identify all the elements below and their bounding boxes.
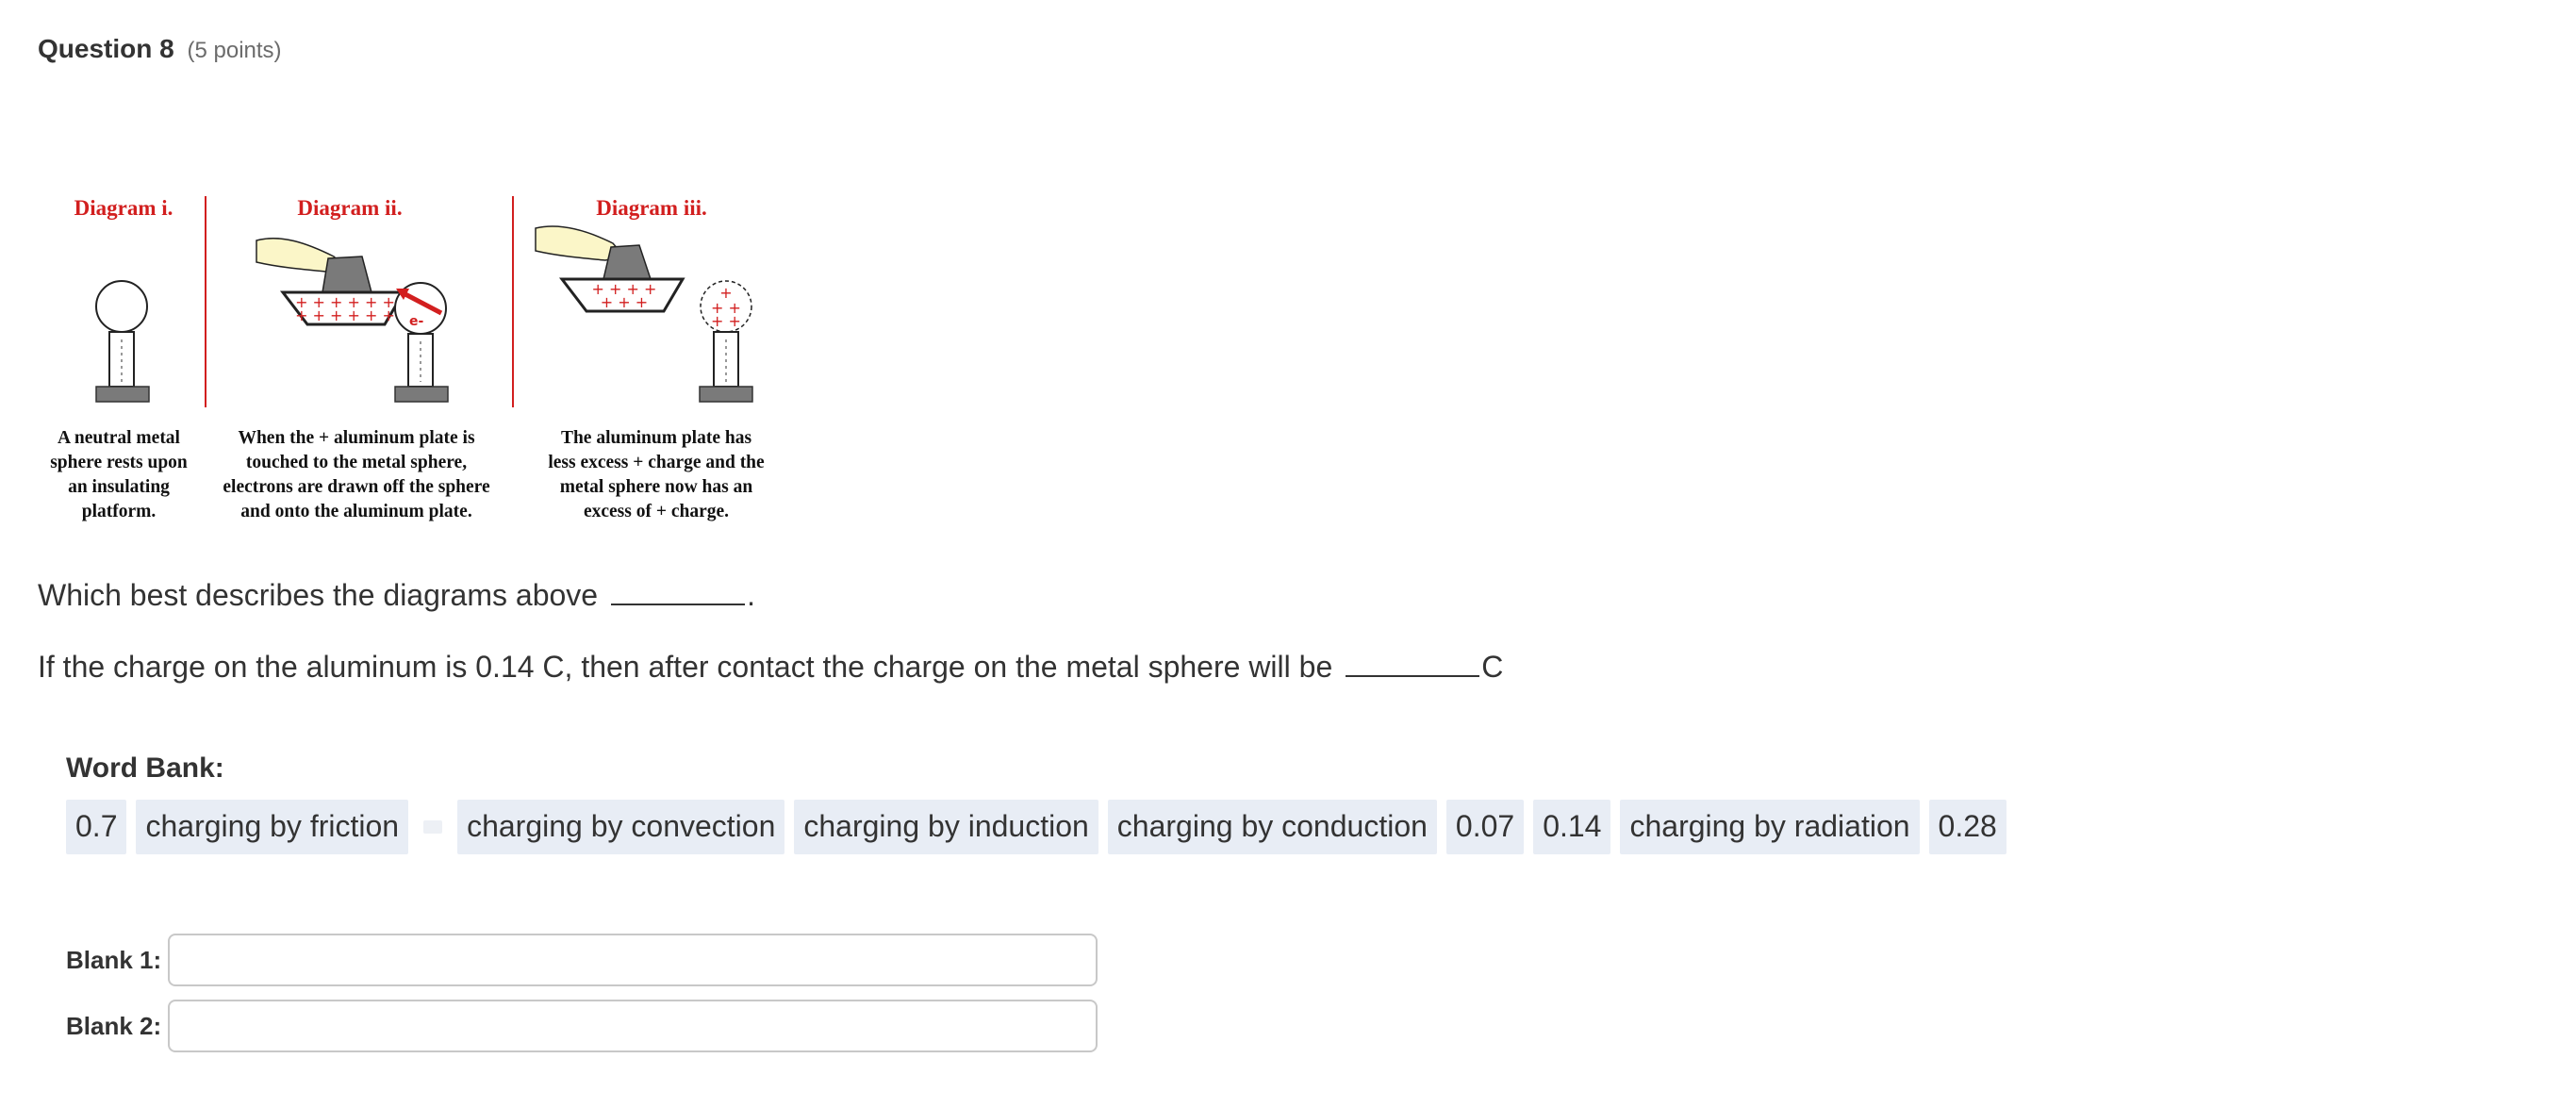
- svg-text:The aluminum plate has: The aluminum plate has: [561, 428, 751, 448]
- word-bank-chip[interactable]: charging by induction: [794, 800, 1098, 854]
- blank-1-input[interactable]: [168, 934, 1098, 986]
- svg-text:+ +: + +: [711, 312, 741, 330]
- word-bank-empty-slot: [423, 820, 443, 834]
- question-header: Question 8 (5 points): [38, 34, 282, 64]
- svg-text:excess of + charge.: excess of + charge.: [584, 502, 729, 521]
- svg-text:touched to the metal sphere,: touched to the metal sphere,: [246, 453, 467, 472]
- diagram-ii-label: Diagram ii.: [297, 196, 402, 220]
- prompt-1-suffix: .: [747, 578, 755, 612]
- diagram-i-label: Diagram i.: [74, 196, 173, 220]
- question-title: Question 8: [38, 34, 174, 63]
- svg-text:platform.: platform.: [82, 502, 157, 521]
- word-bank-chip[interactable]: 0.7: [66, 800, 127, 854]
- word-bank-chip[interactable]: charging by radiation: [1620, 800, 1920, 854]
- blank-1-row: Blank 1:: [66, 934, 1098, 986]
- svg-text:metal sphere now has an: metal sphere now has an: [560, 477, 753, 497]
- diagram-ii-caption: When the + aluminum plate is touched to …: [223, 428, 490, 521]
- diagram-figure: Diagram i. Diagram ii. Diagram iii. + + …: [34, 189, 788, 528]
- prompt-line-2: If the charge on the aluminum is 0.14 C,…: [38, 649, 1503, 685]
- word-bank-chip[interactable]: charging by conduction: [1107, 800, 1437, 854]
- diagram-iii-plate-hand: + + + + + + +: [535, 225, 685, 313]
- svg-text:and onto the aluminum plate.: and onto the aluminum plate.: [240, 502, 472, 521]
- prompt-2-text: If the charge on the aluminum is 0.14 C,…: [38, 650, 1333, 684]
- diagram-illustration: Diagram i. Diagram ii. Diagram iii. + + …: [50, 196, 765, 521]
- word-bank-chip[interactable]: charging by friction: [136, 800, 409, 854]
- diagram-i-caption: A neutral metal sphere rests upon an ins…: [50, 428, 188, 521]
- diagram-ii-plate-hand: + + + + + + + + + + + +: [256, 237, 406, 326]
- svg-text:+ + + + + +: + + + + + +: [295, 306, 395, 324]
- blank-2-drop-target[interactable]: [1346, 649, 1480, 677]
- blank-2-label: Blank 2:: [66, 1011, 162, 1040]
- question-points: (5 points): [187, 38, 282, 63]
- svg-text:an insulating: an insulating: [68, 477, 170, 497]
- blank-2-row: Blank 2:: [66, 1000, 1098, 1052]
- electron-label: e-: [409, 314, 423, 329]
- blank-1-drop-target[interactable]: [611, 577, 746, 605]
- diagram-iii-label: Diagram iii.: [596, 196, 707, 220]
- word-bank-chip[interactable]: 0.14: [1533, 800, 1611, 854]
- word-bank-title: Word Bank:: [66, 752, 224, 784]
- svg-text:less excess + charge and the: less excess + charge and the: [548, 453, 765, 472]
- blank-1-label: Blank 1:: [66, 945, 162, 974]
- blank-2-input[interactable]: [168, 1000, 1098, 1052]
- word-bank-chip[interactable]: 0.07: [1445, 800, 1525, 854]
- diagram-iii-caption: The aluminum plate has less excess + cha…: [548, 428, 765, 521]
- word-bank-chip[interactable]: charging by convection: [457, 800, 785, 854]
- word-bank: 0.7 charging by friction charging by con…: [66, 800, 2006, 854]
- svg-text:A neutral metal: A neutral metal: [58, 428, 181, 448]
- svg-text:electrons are drawn off the sp: electrons are drawn off the sphere: [223, 477, 490, 497]
- prompt-1-text: Which best describes the diagrams above: [38, 578, 599, 612]
- diagram-i-sphere-stand: [95, 280, 150, 403]
- diagram-ii-sphere-stand: e-: [394, 282, 449, 403]
- prompt-line-1: Which best describes the diagrams above.: [38, 577, 755, 613]
- svg-text:When the + aluminum plate is: When the + aluminum plate is: [238, 428, 475, 448]
- diagram-iii-sphere-stand: + + + + +: [699, 280, 753, 403]
- svg-text:sphere rests upon: sphere rests upon: [50, 453, 188, 472]
- svg-text:+ + +: + + +: [601, 293, 648, 311]
- word-bank-chip[interactable]: 0.28: [1928, 800, 2006, 854]
- prompt-2-suffix: C: [1481, 650, 1504, 684]
